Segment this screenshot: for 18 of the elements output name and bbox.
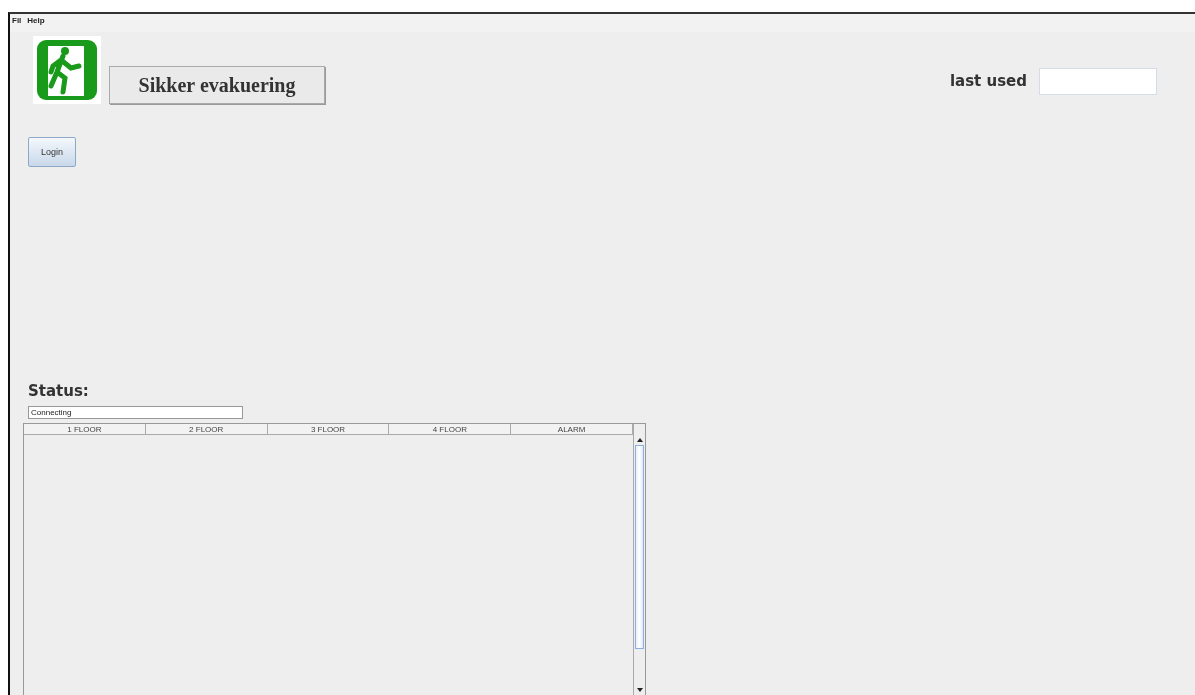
scroll-thumb[interactable]: [635, 445, 644, 649]
column-header[interactable]: 4 FLOOR: [389, 424, 512, 435]
login-button[interactable]: Login: [28, 137, 76, 167]
status-label: Status:: [28, 382, 89, 400]
scrollbar[interactable]: [633, 424, 645, 695]
last-used-field[interactable]: [1039, 67, 1157, 95]
menu-item[interactable]: Help: [27, 16, 45, 30]
title-button[interactable]: Sikker evakuering: [109, 66, 325, 104]
last-used-label: last used: [949, 72, 1027, 90]
column-header[interactable]: 2 FLOOR: [145, 424, 268, 435]
column-header[interactable]: 1 FLOOR: [24, 424, 146, 435]
column-header[interactable]: ALARM: [511, 424, 633, 435]
exit-sign-icon: [33, 36, 101, 104]
status-field[interactable]: Connecting: [28, 406, 243, 419]
menu-item[interactable]: Fil: [12, 16, 22, 30]
scroll-up-icon[interactable]: [636, 438, 643, 442]
scroll-down-icon[interactable]: [636, 688, 643, 692]
column-header[interactable]: 3 FLOOR: [267, 424, 390, 435]
